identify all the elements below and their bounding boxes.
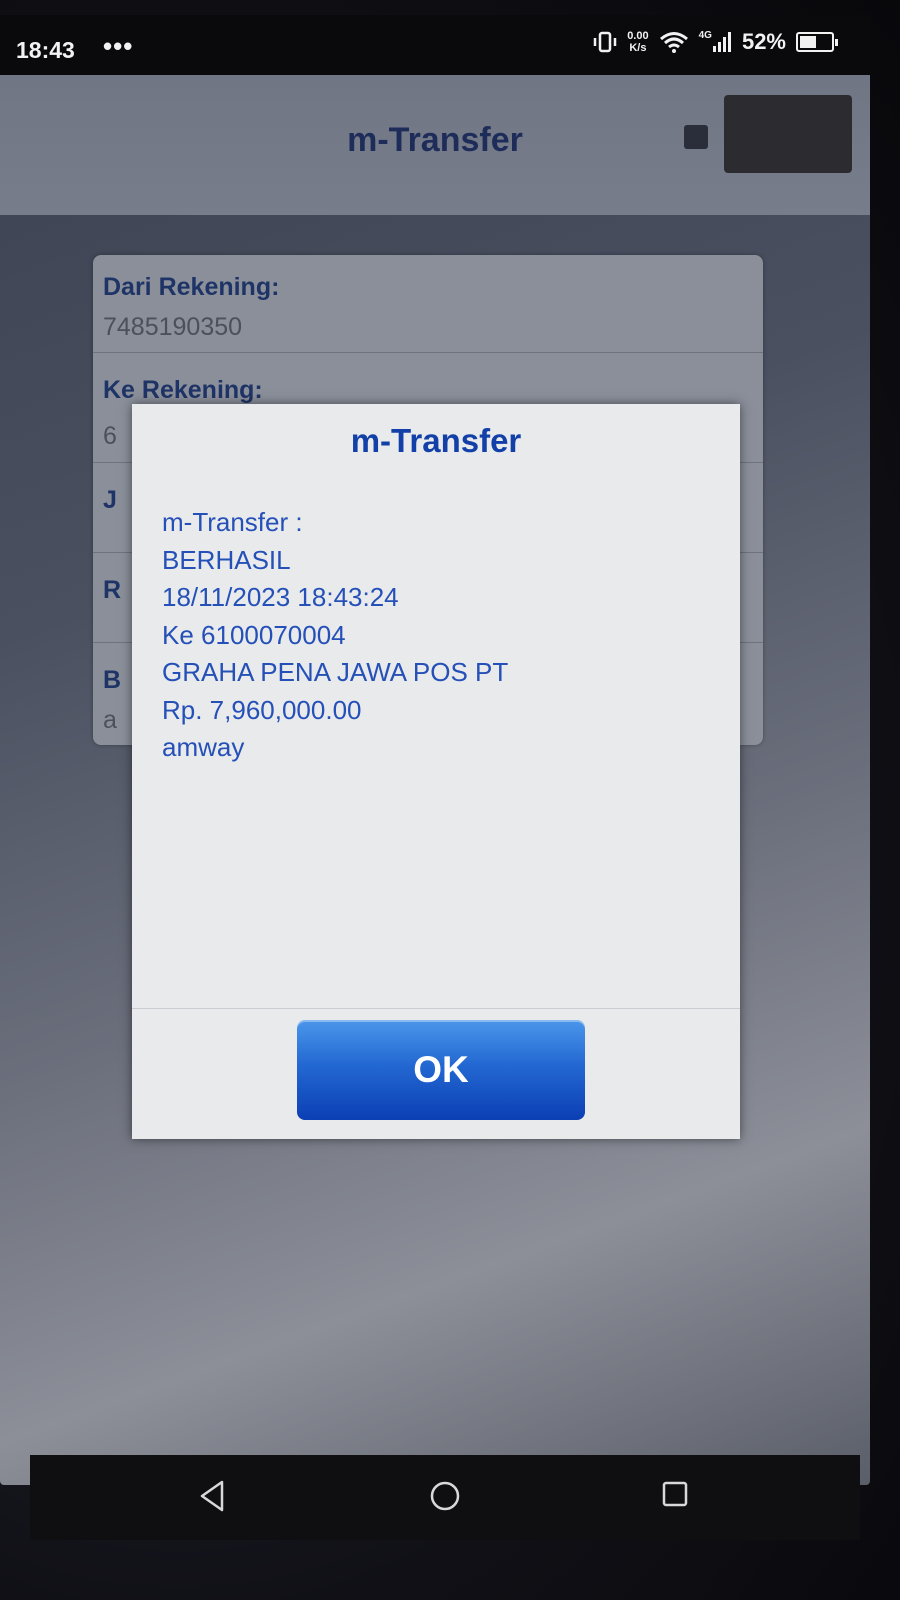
dialog-line-datetime: 18/11/2023 18:43:24: [162, 582, 399, 612]
status-more-dots: •••: [103, 31, 134, 61]
back-triangle-icon[interactable]: [198, 1479, 226, 1518]
network-speed-unit: K/s: [629, 42, 647, 54]
wifi-icon: [659, 31, 689, 53]
dialog-message: m-Transfer : BERHASIL 18/11/2023 18:43:2…: [162, 504, 508, 767]
dialog-line-header: m-Transfer :: [162, 507, 303, 537]
phone-frame: 18:43 ••• 0.00 K/s 4G 52% m-Transfer Dar…: [0, 0, 900, 1600]
signal-bars-icon: [712, 32, 731, 52]
app-bar: m-Transfer: [0, 75, 870, 215]
from-account-value: 7485190350: [103, 313, 243, 341]
transfer-result-dialog: m-Transfer m-Transfer : BERHASIL 18/11/2…: [132, 404, 740, 1139]
battery-fill: [800, 36, 816, 48]
from-account-label: Dari Rekening:: [103, 273, 280, 301]
status-right-group: 0.00 K/s 4G 52%: [593, 29, 838, 55]
form-row-5-value: a: [103, 706, 117, 734]
home-circle-icon[interactable]: [428, 1479, 462, 1518]
dialog-divider: [132, 1008, 740, 1009]
network-type: 4G: [698, 30, 712, 41]
form-row-from-account[interactable]: Dari Rekening: 7485190350: [93, 255, 763, 353]
form-row-4-label: R: [103, 576, 122, 604]
dialog-line-recipient-name: GRAHA PENA JAWA POS PT: [162, 657, 509, 687]
dialog-line-amount: Rp. 7,960,000.00: [162, 694, 362, 725]
to-account-value: 6: [103, 422, 117, 450]
vibrate-icon: [593, 31, 617, 53]
cell-signal: 4G: [699, 31, 732, 53]
recents-square-icon[interactable]: [660, 1479, 690, 1514]
form-row-5-label: B: [103, 666, 122, 694]
to-account-label: Ke Rekening:: [103, 376, 263, 404]
network-speed-value: 0.00: [627, 30, 649, 42]
ok-button[interactable]: OK: [297, 1020, 585, 1120]
status-bar: 18:43 ••• 0.00 K/s 4G 52%: [0, 15, 870, 75]
navigation-bar: [30, 1455, 860, 1540]
network-speed: 0.00 K/s: [627, 30, 648, 54]
dialog-line-status: BERHASIL: [162, 544, 291, 575]
dialog-line-note: amway: [162, 732, 245, 762]
form-row-3-label: J: [103, 486, 117, 514]
dialog-title: m-Transfer: [350, 422, 522, 459]
dialog-line-destination: Ke 6100070004: [162, 619, 346, 650]
battery-percent: 52%: [741, 29, 786, 54]
battery-icon: [796, 32, 838, 52]
app-bar-action-button[interactable]: [684, 95, 852, 173]
status-time: 18:43: [16, 37, 75, 63]
